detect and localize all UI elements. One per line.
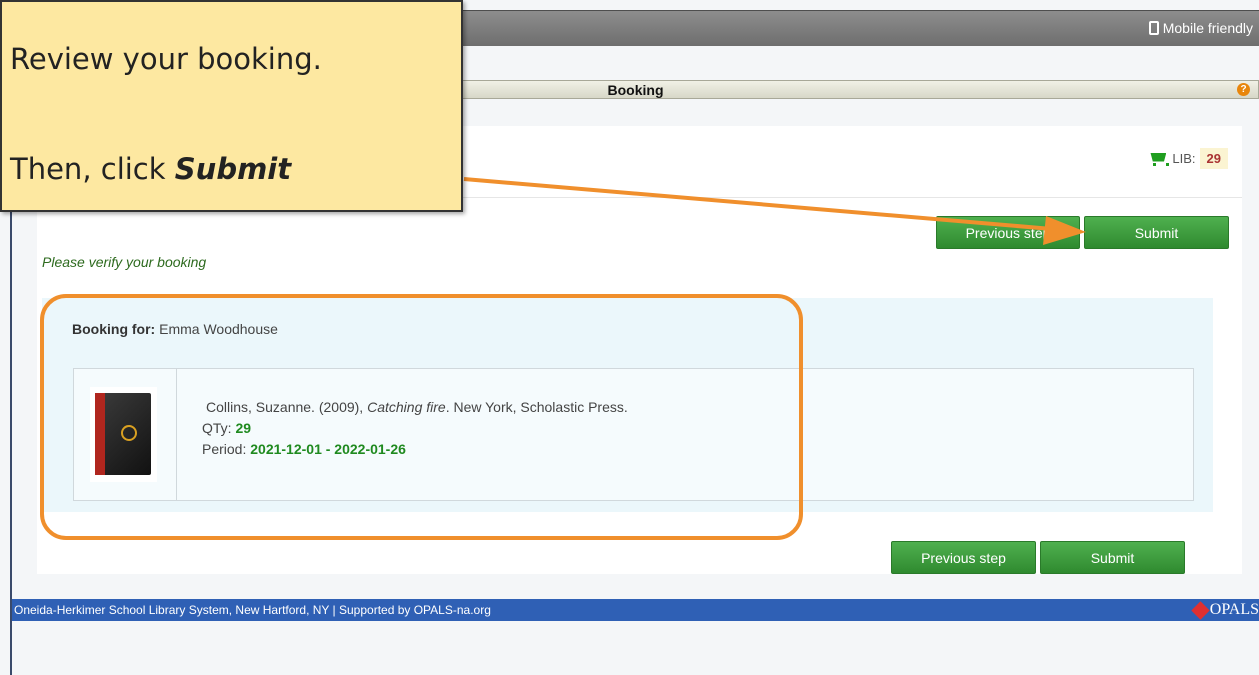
help-icon[interactable]: ? [1237,83,1250,96]
opals-diamond-icon [1191,600,1210,620]
opals-logo-text: OPALS [1209,601,1259,618]
footer-bar: Oneida-Herkimer School Library System, N… [12,599,1259,621]
cart-summary[interactable]: LIB: 29 [1148,148,1242,169]
callout-line-2-prefix: Then, click [10,152,166,186]
mobile-friendly-link[interactable]: Mobile friendly [1148,20,1253,36]
cart-label: LIB: [1172,151,1196,166]
cart-icon [1148,151,1170,167]
cart-count-badge: 29 [1199,148,1228,169]
footer-text: Oneida-Herkimer School Library System, N… [14,603,491,617]
opals-logo: OPALS [1191,599,1259,621]
mobile-friendly-label: Mobile friendly [1162,20,1253,36]
previous-step-button-top[interactable]: Previous step [936,216,1080,249]
instruction-callout: Review your booking. Then, click Submit [0,0,463,212]
booking-highlight-ring [40,294,803,540]
callout-line-1: Review your booking. [10,42,322,76]
verify-message: Please verify your booking [42,254,207,270]
callout-line-2: Then, click Submit [10,152,291,186]
submit-button-bottom[interactable]: Submit [1040,541,1185,574]
previous-step-button-bottom[interactable]: Previous step [891,541,1036,574]
callout-submit-emphasis: Submit [174,152,292,186]
submit-button-top[interactable]: Submit [1084,216,1229,249]
phone-icon [1148,21,1159,35]
